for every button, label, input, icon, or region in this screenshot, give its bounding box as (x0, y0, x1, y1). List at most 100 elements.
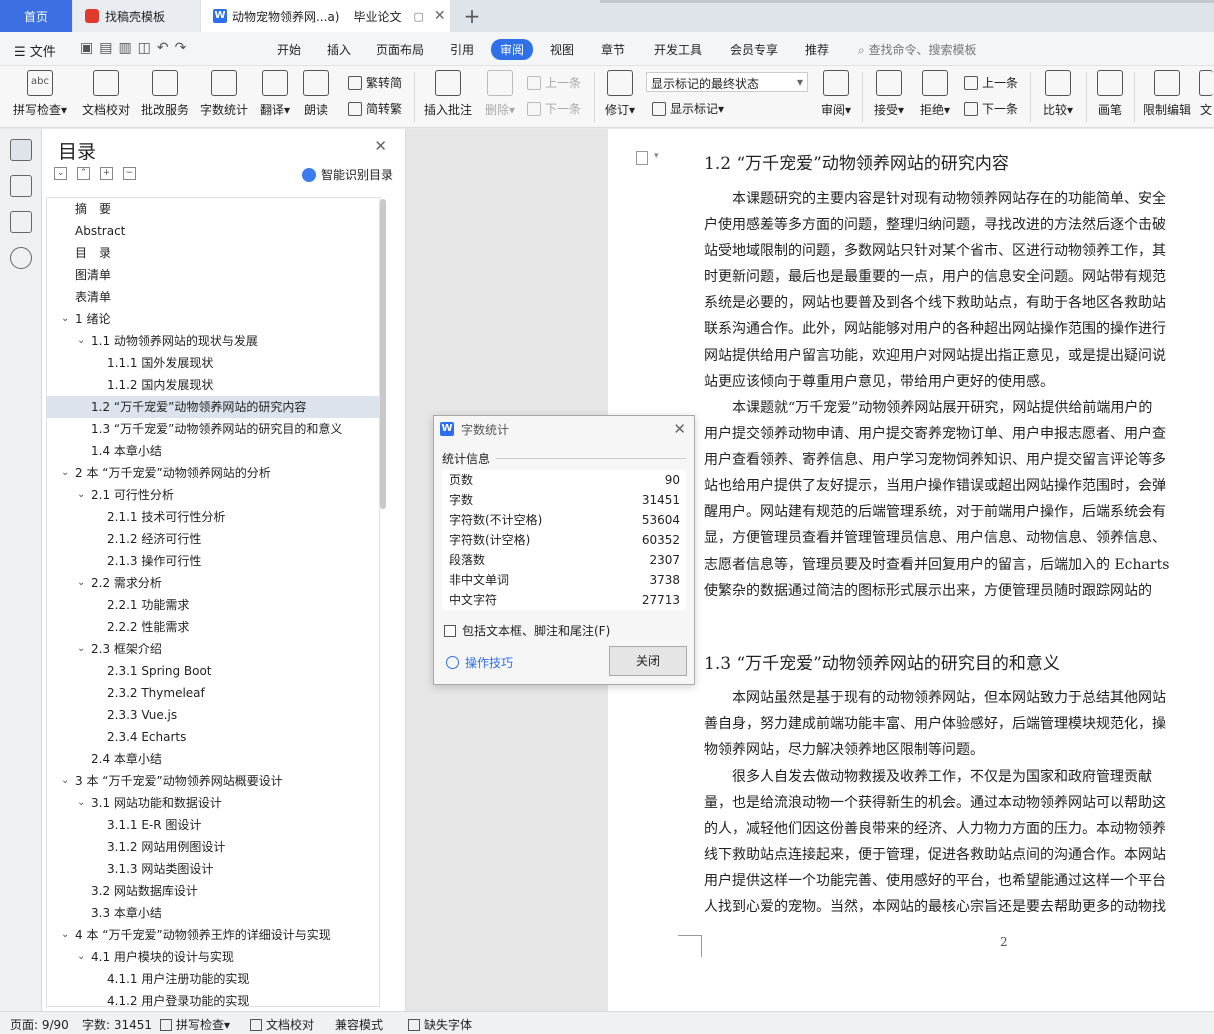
chevron-down-icon[interactable]: ⌄ (77, 572, 85, 594)
chevron-down-icon[interactable]: ⌄ (77, 792, 85, 814)
add-heading-icon[interactable]: + (100, 167, 113, 180)
read-aloud-button[interactable]: 朗读 (301, 70, 331, 118)
toc-item[interactable]: ⌄ 2 本 “万千宠爱”动物领养网站的分析 (47, 462, 379, 484)
chevron-down-icon[interactable]: ▾ (654, 151, 659, 161)
show-markup-button[interactable]: 显示标记 ▾ (652, 100, 724, 117)
file-menu[interactable]: ☰ 文件 (14, 41, 56, 60)
toc-item[interactable]: 1.1.2 国内发展现状 (47, 374, 379, 396)
toc-item[interactable]: 3.1.1 E-R 图设计 (47, 814, 379, 836)
menu-layout[interactable]: 页面布局 (376, 41, 424, 58)
chevron-down-icon[interactable]: ⌄ (77, 330, 85, 352)
document-page[interactable]: ▾ 1.2 “万千宠爱”动物领养网站的研究内容 本课题研究的主要内容是针对现有动… (608, 129, 1214, 1011)
toc-item[interactable]: ⌄ 3 本 “万千宠爱”动物领养网站概要设计 (47, 770, 379, 792)
toc-item[interactable]: 目 录 (47, 242, 379, 264)
next-change-button[interactable]: 下一条 (964, 100, 1018, 117)
command-search[interactable]: ⌕ 查找命令、搜索模板 (858, 41, 977, 58)
more-ribbon-button[interactable]: 文 (1198, 70, 1214, 118)
toc-icon[interactable] (10, 139, 32, 161)
dialog-close-icon[interactable]: ✕ (673, 420, 686, 438)
restrict-edit-button[interactable]: 限制编辑 (1142, 70, 1192, 118)
toc-item[interactable]: 2.3.4 Echarts (47, 726, 379, 748)
translate-button[interactable]: 翻译▾ (256, 70, 294, 118)
toc-item[interactable]: ⌄ 3.1 网站功能和数据设计 (47, 792, 379, 814)
menu-chapter[interactable]: 章节 (601, 41, 625, 58)
toc-scrollbar[interactable] (380, 199, 386, 509)
page-indicator[interactable]: 页面: 9/90 (10, 1016, 69, 1033)
pen-button[interactable]: 画笔 (1094, 70, 1126, 118)
spell-check-button[interactable]: abc 拼写检查▾ (12, 70, 68, 118)
toc-item[interactable]: ⌄ 2.3 框架介绍 (47, 638, 379, 660)
review-pane-button[interactable]: 审阅▾ (818, 70, 854, 118)
prev-change-button[interactable]: 上一条 (964, 74, 1018, 91)
simp-to-trad-button[interactable]: 简转繁 (348, 100, 402, 117)
toc-item[interactable]: 1.1.1 国外发展现状 (47, 352, 379, 374)
delete-comment-button[interactable]: 删除▾ (482, 70, 518, 118)
toc-item[interactable]: ⌄ 1 绪论 (47, 308, 379, 330)
missing-font-status[interactable]: 缺失字体 (408, 1016, 472, 1033)
toc-item[interactable]: 1.4 本章小结 (47, 440, 379, 462)
smart-toc-button[interactable]: 智能识别目录 (301, 166, 393, 183)
toc-item[interactable]: Abstract (47, 220, 379, 242)
compare-button[interactable]: 比较▾ (1038, 70, 1078, 118)
toc-item[interactable]: 3.2 网站数据库设计 (47, 880, 379, 902)
bookmark-icon[interactable] (10, 211, 32, 233)
toc-item[interactable]: ⌄ 2.1 可行性分析 (47, 484, 379, 506)
batch-service-button[interactable]: 批改服务 (140, 70, 190, 118)
expand-icon[interactable]: ⌃ (77, 167, 90, 180)
insert-comment-button[interactable]: 插入批注 (424, 70, 472, 118)
menu-view[interactable]: 视图 (550, 41, 574, 58)
toc-item[interactable]: 4.1.1 用户注册功能的实现 (47, 968, 379, 990)
collapse-icon[interactable]: ⌄ (54, 167, 67, 180)
accept-button[interactable]: 接受▾ (870, 70, 908, 118)
toc-item[interactable]: 2.1.1 技术可行性分析 (47, 506, 379, 528)
toc-item[interactable]: 2.2.1 功能需求 (47, 594, 379, 616)
chevron-down-icon[interactable]: ⌄ (61, 770, 69, 792)
reject-button[interactable]: 拒绝▾ (916, 70, 954, 118)
tab-template[interactable]: 找稿壳模板 (73, 0, 200, 32)
menu-reference[interactable]: 引用 (450, 41, 474, 58)
toc-item[interactable]: 摘 要 (47, 198, 379, 220)
quick-access-icons[interactable]: ▣▤▥◫↶↷ (80, 40, 192, 56)
remove-heading-icon[interactable]: − (123, 167, 136, 180)
toc-item[interactable]: 1.3 “万千宠爱”动物领养网站的研究目的和意义 (47, 418, 379, 440)
toc-item[interactable]: 3.1.2 网站用例图设计 (47, 836, 379, 858)
toc-item[interactable]: ⌄ 4 本 “万千宠爱”动物领养王炸的详细设计与实现 (47, 924, 379, 946)
menu-recommend[interactable]: 推荐 (805, 41, 829, 58)
tab-home[interactable]: 首页 (0, 0, 72, 32)
dialog-close-button[interactable]: 关闭 (609, 646, 687, 676)
word-count-indicator[interactable]: 字数: 31451 (82, 1016, 152, 1033)
revise-button[interactable]: 修订▾ (602, 70, 638, 118)
chevron-down-icon[interactable]: ⌄ (77, 638, 85, 660)
menu-start[interactable]: 开始 (277, 41, 301, 58)
toc-item[interactable]: 2.3.1 Spring Boot (47, 660, 379, 682)
toc-item[interactable]: 3.3 本章小结 (47, 902, 379, 924)
menu-devtools[interactable]: 开发工具 (654, 41, 702, 58)
tab-close-icon[interactable]: ✕ (434, 8, 446, 24)
doc-check-button[interactable]: 文档校对 (80, 70, 132, 118)
tab-document[interactable]: W 动物宠物领养网...a) 毕业论文 ▢ ✕ (201, 0, 450, 32)
page-menu-icon[interactable] (636, 151, 648, 165)
toc-item[interactable]: ⌄ 2.2 需求分析 (47, 572, 379, 594)
toc-item[interactable]: 2.3.3 Vue.js (47, 704, 379, 726)
chevron-down-icon[interactable]: ⌄ (61, 924, 69, 946)
menu-review[interactable]: 审阅 (491, 39, 534, 60)
word-count-button[interactable]: 字数统计 (199, 70, 249, 118)
next-comment-button[interactable]: 下一条 (527, 100, 581, 117)
toc-item[interactable]: 3.1.3 网站类图设计 (47, 858, 379, 880)
new-tab-button[interactable]: + (460, 0, 484, 32)
markup-state-select[interactable]: 显示标记的最终状态 (646, 72, 808, 92)
menu-insert[interactable]: 插入 (327, 41, 351, 58)
toc-close-icon[interactable]: ✕ (374, 137, 387, 155)
toc-item[interactable]: 2.3.2 Thymeleaf (47, 682, 379, 704)
tips-link[interactable]: 操作技巧 (446, 654, 513, 671)
toc-item[interactable]: 图清单 (47, 264, 379, 286)
doc-check-status[interactable]: 文档校对 (250, 1016, 314, 1033)
chevron-down-icon[interactable]: ⌄ (77, 946, 85, 968)
chapter-nav-icon[interactable] (10, 175, 32, 197)
toc-item[interactable]: 1.2 “万千宠爱”动物领养网站的研究内容 (47, 396, 379, 418)
toc-item[interactable]: 表清单 (47, 286, 379, 308)
toc-item[interactable]: 2.1.3 操作可行性 (47, 550, 379, 572)
chevron-down-icon[interactable]: ⌄ (61, 308, 69, 330)
chevron-down-icon[interactable]: ⌄ (77, 484, 85, 506)
toc-item[interactable]: 2.1.2 经济可行性 (47, 528, 379, 550)
